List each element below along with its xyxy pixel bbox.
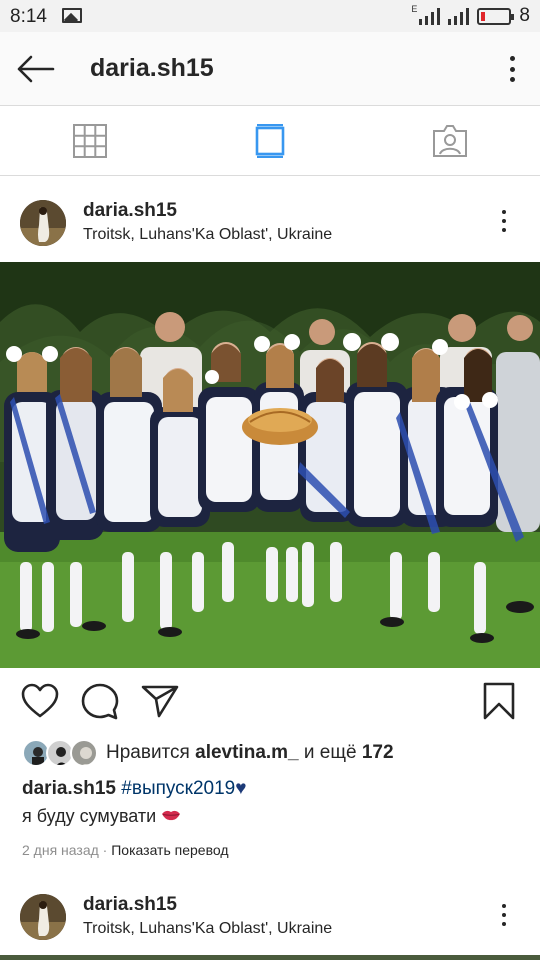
likes-prefix: Нравится [106,742,190,763]
battery-level: 8 [519,5,530,26]
post-location[interactable]: Troitsk, Luhans'Ka Oblast', Ukraine [83,226,332,244]
post-location[interactable]: Troitsk, Luhans'Ka Oblast', Ukraine [83,920,332,938]
post-meta: 2 дня назад · Показать перевод [22,842,229,858]
tab-grid[interactable] [0,106,180,176]
post-username[interactable]: daria.sh15 [83,200,177,222]
post-photo-2[interactable] [0,955,540,960]
post-actions [0,668,540,738]
avatar[interactable] [20,200,66,246]
likes-count[interactable]: 172 [362,742,394,763]
kiss-emoji [161,808,181,827]
send-icon [141,685,179,718]
meta-separator: · [102,842,108,858]
signal-icon [419,7,441,25]
post-username[interactable]: daria.sh15 [83,894,177,916]
status-indicators: E 8 [411,4,530,28]
likes-user[interactable]: alevtina.m_ [195,742,299,763]
tab-tagged[interactable] [360,106,540,176]
likes-row[interactable]: Нравится alevtina.m_ и ещё 172 [22,738,394,768]
battery-low-icon [477,7,515,25]
feed-icon [255,124,285,158]
likes-connector: и ещё [303,742,357,763]
signal-e-icon: E [411,4,418,14]
like-button[interactable] [20,682,60,722]
post-more-icon[interactable] [494,208,514,234]
profile-view-tabs [0,106,540,176]
tab-feed[interactable] [180,106,360,176]
liker-avatar [70,739,98,767]
post-caption: daria.sh15 #выпуск2019♥ [22,778,247,800]
comment-icon [81,683,119,720]
post-photo[interactable] [0,262,540,668]
signal-icon-2 [448,7,470,25]
avatar[interactable] [20,894,66,940]
caption-line-2: я буду сумувати [22,806,181,827]
arrow-back-icon[interactable] [16,54,56,84]
likes-text: Нравится alevtina.m_ и ещё 172 [106,742,394,764]
post-time: 2 дня назад [22,842,99,858]
share-button[interactable] [140,682,180,722]
post-header: daria.sh15 Troitsk, Luhans'Ka Oblast', U… [0,176,540,262]
caption-username[interactable]: daria.sh15 [22,778,116,799]
heart-emoji: ♥ [235,778,247,799]
bookmark-icon [483,682,515,720]
gallery-icon [62,8,82,23]
post-header-2: daria.sh15 Troitsk, Luhans'Ka Oblast', U… [0,870,540,956]
page-title: daria.sh15 [90,54,214,82]
caption-text: я буду сумувати [22,806,157,826]
profile-header: daria.sh15 [0,32,540,106]
liker-avatars [22,739,98,767]
more-vert-icon[interactable] [502,54,522,84]
heart-icon [21,683,59,718]
status-time: 8:14 [10,6,47,27]
save-button[interactable] [482,682,522,722]
post-more-icon[interactable] [494,902,514,928]
comment-button[interactable] [80,682,120,722]
caption-hashtag[interactable]: #выпуск2019 [121,778,235,799]
tagged-user-icon [433,125,467,157]
status-bar: 8:14 E 8 [0,0,540,32]
grid-icon [73,124,107,158]
translate-link[interactable]: Показать перевод [111,842,228,858]
